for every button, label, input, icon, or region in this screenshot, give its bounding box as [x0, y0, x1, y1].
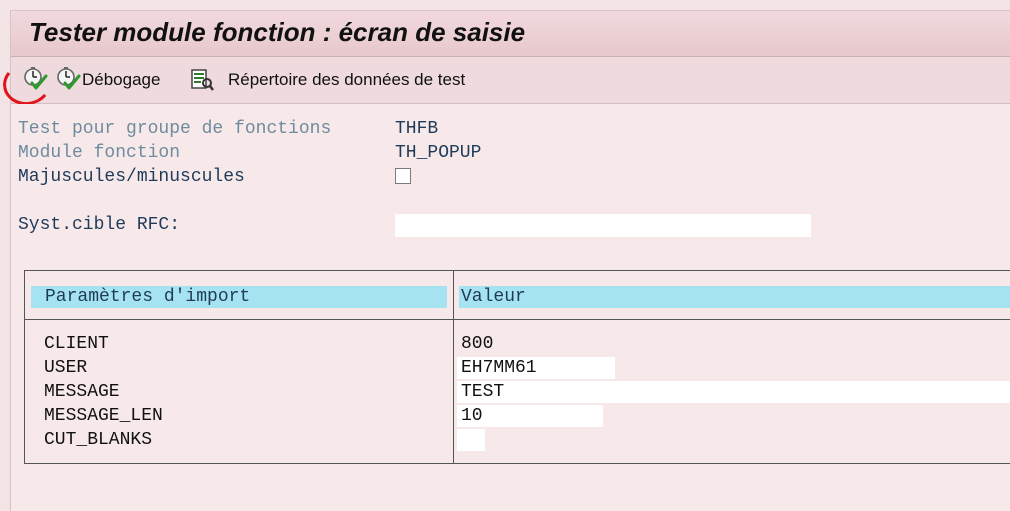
parameter-column-header: Paramètres d'import — [31, 286, 447, 308]
column-divider — [453, 271, 454, 464]
value-column-header: Valeur — [459, 286, 1010, 308]
rfc-target-label: Syst.cible RFC: — [18, 215, 181, 235]
param-value-message[interactable]: TEST — [457, 381, 1010, 403]
rfc-target-input[interactable] — [395, 214, 811, 237]
header-divider — [25, 319, 1010, 320]
param-name-cut-blanks: CUT_BLANKS — [44, 430, 153, 450]
function-module-value: TH_POPUP — [395, 143, 482, 163]
param-value-message-len[interactable]: 10 — [457, 405, 603, 427]
param-value-user[interactable]: EH7MM61 — [457, 357, 615, 379]
application-toolbar: Débogage Répertoire des données de test — [0, 57, 1010, 109]
title-bar: Tester module fonction : écran de saisie — [11, 11, 1010, 57]
case-sensitive-label: Majuscules/minuscules — [18, 167, 245, 187]
param-name-message: MESSAGE — [44, 382, 120, 402]
function-module-label: Module fonction — [18, 143, 181, 163]
function-group-label: Test pour groupe de fonctions — [18, 119, 332, 139]
param-name-user: USER — [44, 358, 88, 378]
debug-label: Débogage — [82, 70, 161, 89]
import-parameters-table: Paramètres d'import Valeur CLIENT USER M… — [24, 270, 1010, 464]
debug-clock-check-icon — [57, 67, 81, 90]
param-value-client[interactable]: 800 — [457, 333, 497, 355]
page-title: Tester module fonction : écran de saisie — [29, 17, 526, 47]
param-value-cut-blanks[interactable] — [457, 429, 485, 451]
test-data-directory-icon — [191, 69, 214, 91]
function-group-value: THFB — [395, 119, 439, 139]
param-name-message-len: MESSAGE_LEN — [44, 406, 163, 426]
test-data-directory-label: Répertoire des données de test — [228, 70, 466, 89]
param-name-client: CLIENT — [44, 334, 109, 354]
execute-clock-check-icon[interactable] — [22, 66, 48, 92]
selection-screen: Test pour groupe de fonctions THFB Modul… — [11, 104, 1010, 511]
case-sensitive-checkbox[interactable] — [395, 168, 411, 184]
